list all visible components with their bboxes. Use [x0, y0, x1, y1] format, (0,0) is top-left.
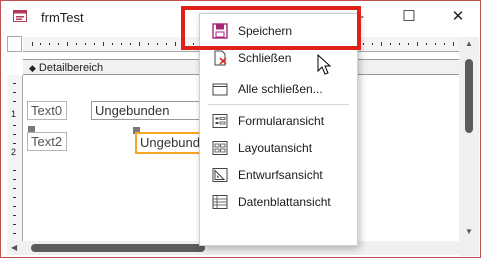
label-text0[interactable]: Text0: [27, 101, 67, 120]
menu-item-layoutansicht[interactable]: Layoutansicht: [201, 135, 356, 161]
menu-item-label: Entwurfsansicht: [238, 168, 323, 182]
scroll-up-icon[interactable]: ▲: [465, 39, 473, 48]
menu-item-label: Datenblattansicht: [238, 195, 331, 209]
horizontal-scroll-thumb[interactable]: [31, 244, 205, 252]
menu-item-entwurfsansicht[interactable]: Entwurfsansicht: [201, 162, 356, 188]
close-button[interactable]: ✕: [447, 7, 469, 27]
maximize-button[interactable]: ☐: [398, 7, 420, 27]
section-collapse-icon: ◆: [29, 63, 36, 73]
section-label: Detailbereich: [38, 62, 104, 74]
form-app-icon: [13, 10, 27, 22]
vertical-scroll-thumb[interactable]: [465, 59, 473, 133]
menu-item-label: Formularansicht: [238, 114, 325, 128]
ruler-corner[interactable]: [7, 36, 22, 52]
ruler-mark-2: 2: [11, 147, 17, 157]
scroll-corner: [459, 240, 479, 256]
menu-item-datenblattansicht[interactable]: Datenblattansicht: [201, 189, 356, 215]
label-text2[interactable]: Text2: [27, 132, 67, 151]
vertical-scrollbar[interactable]: ▲ ▼: [459, 37, 479, 240]
textbox-ungebunden-2[interactable]: Ungebunden: [135, 132, 209, 154]
close-form-icon: [214, 50, 227, 66]
menu-item-label: Layoutansicht: [238, 141, 313, 155]
ruler-mark-1: 1: [11, 109, 17, 119]
layout-view-icon: [212, 141, 228, 155]
menu-item-formularansicht[interactable]: Formularansicht: [201, 108, 356, 134]
vertical-ruler: 1 2: [7, 75, 23, 241]
mouse-pointer-icon: [317, 54, 332, 75]
highlight-box: [181, 6, 361, 50]
menu-item-alle-schliessen[interactable]: Alle schließen...: [201, 76, 356, 102]
design-view-icon: [212, 168, 228, 182]
menu-item-label: Schließen: [238, 51, 292, 65]
menu-item-label: Alle schließen...: [238, 82, 323, 96]
vertical-ruler-ticks: [13, 83, 16, 234]
textbox-ungebunden-1[interactable]: Ungebunden: [91, 101, 201, 120]
form-view-icon: [212, 114, 228, 128]
scroll-left-icon[interactable]: ◀: [11, 243, 17, 252]
close-all-icon: [212, 83, 228, 96]
window-title: frmTest: [41, 10, 84, 25]
scroll-down-icon[interactable]: ▼: [465, 227, 473, 236]
menu-separator: [208, 104, 349, 105]
datasheet-view-icon: [212, 195, 228, 209]
